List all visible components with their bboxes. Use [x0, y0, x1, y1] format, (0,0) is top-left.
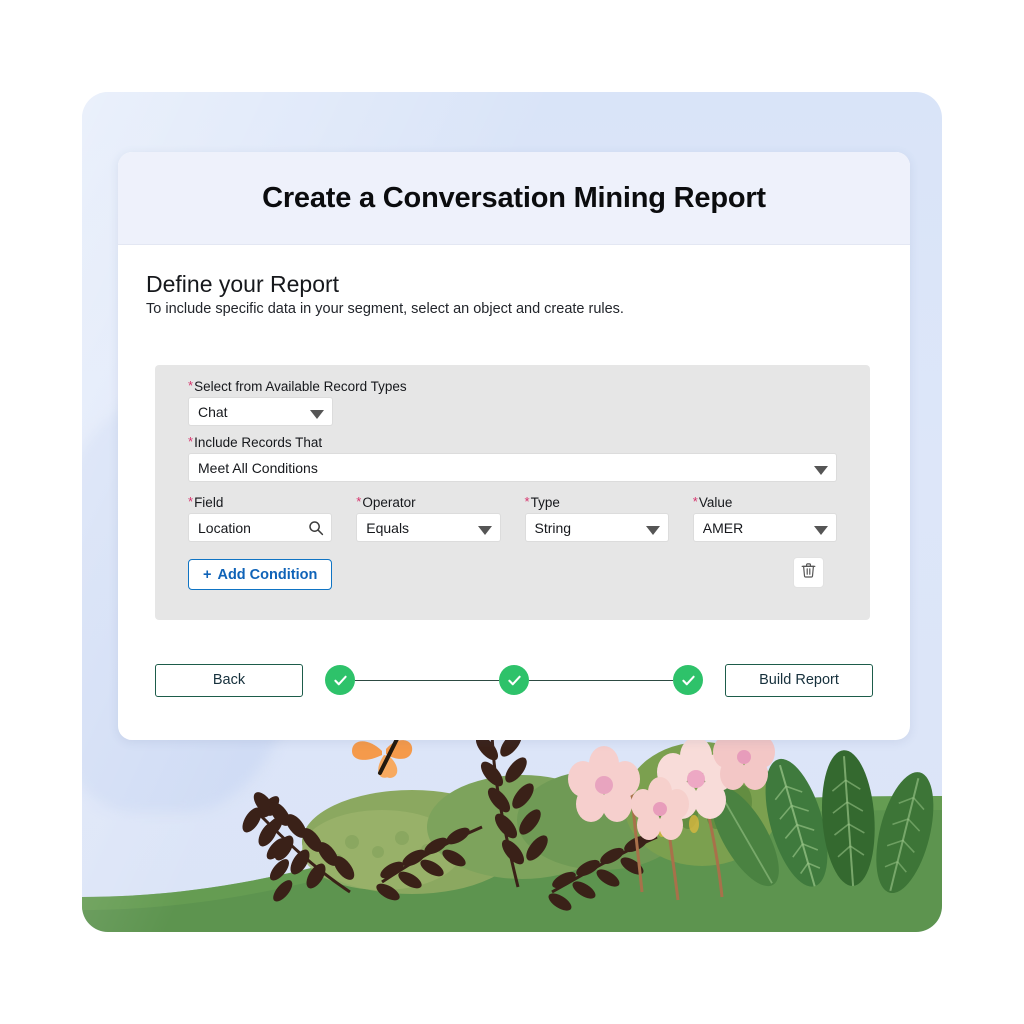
required-asterisk: * [356, 494, 362, 509]
include-records-label-text: Include Records That [194, 435, 323, 450]
back-button[interactable]: Back [155, 663, 303, 697]
type-select[interactable]: String [524, 513, 669, 542]
progress-connector-1 [355, 679, 499, 681]
type-label-text: Type [530, 495, 560, 510]
chevron-down-icon [814, 525, 828, 535]
required-asterisk: * [524, 494, 530, 509]
chevron-down-icon [310, 409, 324, 419]
include-records-select[interactable]: Meet All Conditions [188, 453, 837, 482]
page-title: Create a Conversation Mining Report [262, 181, 766, 214]
record-types-label-text: Select from Available Record Types [194, 379, 407, 394]
add-condition-button[interactable]: + Add Condition [188, 559, 333, 590]
required-asterisk: * [188, 378, 194, 393]
chevron-down-icon [645, 525, 660, 535]
operator-label-text: Operator [362, 495, 416, 510]
progress-step-1[interactable] [325, 665, 355, 695]
section-heading: Define your Report [146, 271, 340, 297]
condition-operator-group: * Operator Equals [356, 495, 501, 542]
progress-indicator [325, 665, 703, 695]
type-value: String [534, 519, 572, 536]
include-records-label: * Include Records That [188, 435, 837, 450]
condition-row: * Field Location * Operator Equals * Typ… [188, 495, 837, 542]
progress-connector-2 [529, 679, 673, 681]
condition-value-group: * Value AMER [692, 495, 837, 542]
required-asterisk: * [188, 434, 194, 449]
value-value: AMER [702, 519, 744, 536]
wizard-footer: Back Build Report [155, 660, 873, 700]
include-records-value: Meet All Conditions [198, 459, 318, 476]
record-types-value: Chat [198, 403, 228, 420]
value-select[interactable]: AMER [692, 513, 837, 542]
operator-label: * Operator [356, 495, 500, 510]
segment-rule-builder: * Select from Available Record Types Cha… [155, 365, 870, 620]
field-label-text: Field [194, 495, 224, 510]
progress-step-2[interactable] [499, 665, 529, 695]
required-asterisk: * [188, 494, 194, 509]
build-report-button[interactable]: Build Report [725, 663, 873, 697]
operator-value: Equals [366, 519, 410, 536]
operator-select[interactable]: Equals [356, 513, 501, 542]
chevron-down-icon [814, 465, 828, 475]
condition-field-group: * Field Location [188, 495, 333, 542]
card-header: Create a Conversation Mining Report [118, 152, 910, 245]
value-label: * Value [693, 495, 837, 510]
check-icon [681, 675, 695, 685]
check-icon [333, 675, 347, 685]
check-icon [507, 675, 521, 685]
record-types-label: * Select from Available Record Types [188, 379, 837, 394]
add-condition-label: Add Condition [217, 566, 318, 583]
chevron-down-icon [477, 525, 492, 535]
condition-actions: + Add Condition [188, 557, 837, 591]
field-input[interactable]: Location [188, 513, 333, 542]
progress-step-3[interactable] [673, 665, 703, 695]
plus-icon: + [203, 566, 212, 583]
field-value: Location [198, 519, 251, 536]
screenshot-root: Create a Conversation Mining Report Defi… [0, 0, 1024, 1024]
delete-condition-button[interactable] [793, 557, 824, 588]
type-label: * Type [525, 495, 669, 510]
field-label: * Field [188, 495, 332, 510]
record-types-select[interactable]: Chat [188, 397, 333, 426]
section-subtitle: To include specific data in your segment… [146, 301, 624, 317]
card-body: Define your Report To include specific d… [118, 245, 910, 317]
value-label-text: Value [698, 495, 733, 510]
search-icon [308, 520, 324, 536]
condition-type-group: * Type String [524, 495, 669, 542]
trash-icon [801, 562, 816, 583]
required-asterisk: * [692, 494, 698, 509]
